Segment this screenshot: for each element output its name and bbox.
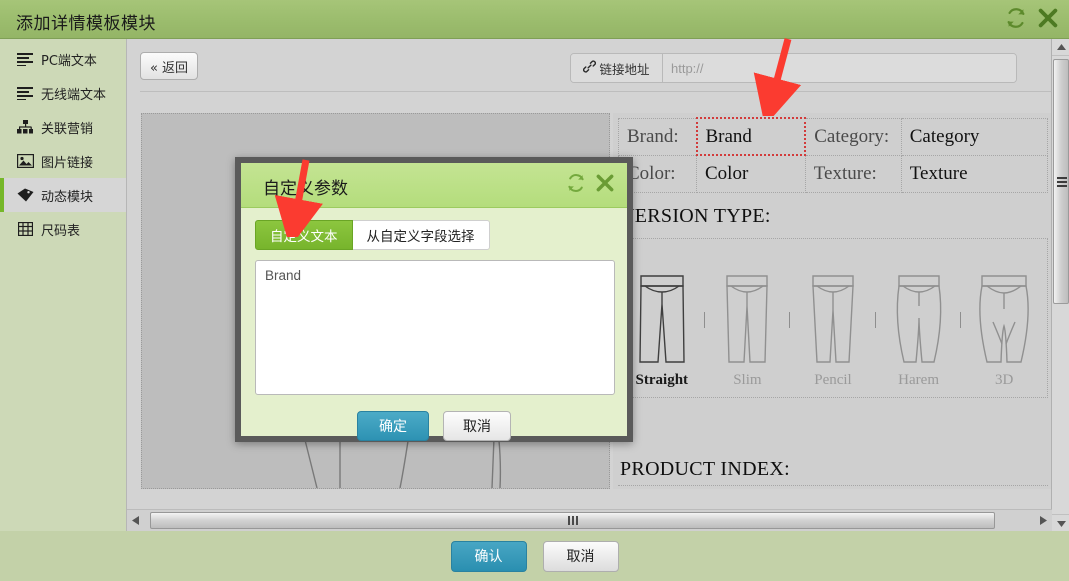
cell-brand-value[interactable]: Brand	[695, 117, 807, 156]
tab-custom-text[interactable]: 自定义文本	[255, 220, 353, 250]
pants-3d-icon	[979, 275, 1029, 363]
version-option-label: Harem	[898, 372, 939, 388]
sidebar-item-dynamic-module[interactable]: 动态模块	[0, 178, 126, 212]
version-option-label: Straight	[635, 372, 689, 388]
modal-inner: 自定义参数 自定义文本 从自定义字段选择 Brand 确定 取消	[241, 163, 627, 441]
modal-header: 自定义参数	[241, 163, 627, 208]
cell-category-value[interactable]: Category	[900, 117, 1049, 156]
modal-cancel-button[interactable]: 取消	[443, 411, 511, 441]
version-option-slim[interactable]: Slim	[703, 270, 791, 397]
version-type-options: Straight Slim Pencil Harem 3D	[618, 238, 1048, 398]
close-icon[interactable]	[595, 173, 615, 198]
cell-brand-label: Brand:	[618, 117, 697, 156]
horizontal-scroll-track[interactable]	[144, 511, 1035, 531]
scroll-left-arrow-icon[interactable]	[127, 511, 144, 531]
horizontal-scrollbar[interactable]	[127, 509, 1052, 531]
sidebar-item-label: 关联营销	[41, 121, 94, 137]
version-option-label: Slim	[733, 372, 762, 388]
text-lines-icon	[16, 51, 34, 67]
table-grid-icon	[16, 221, 34, 237]
pants-straight-icon	[639, 275, 685, 363]
link-address-label: 链接地址	[571, 54, 663, 82]
back-button[interactable]: « 返回	[140, 52, 198, 80]
template-canvas-right[interactable]: Brand: Brand Category: Category Color: C…	[613, 113, 1057, 489]
link-address-input[interactable]	[663, 54, 1016, 82]
sidebar-item-related-marketing[interactable]: 关联营销	[0, 110, 126, 144]
table-row: Brand: Brand Category: Category	[618, 117, 1049, 156]
tag-icon	[16, 187, 34, 203]
version-option-label: Pencil	[814, 372, 852, 388]
sidebar-item-label: 图片链接	[41, 155, 94, 171]
refresh-icon[interactable]	[1005, 7, 1027, 31]
app-window: 添加详情模板模块 PC端文本 无线端文本 关联营销 图片链接 动态模块 尺码表 …	[0, 0, 1069, 581]
cancel-button[interactable]: 取消	[542, 540, 619, 572]
scroll-grip-icon	[567, 515, 578, 525]
image-icon	[16, 153, 34, 169]
scroll-up-arrow-icon[interactable]	[1052, 39, 1069, 56]
link-chain-icon	[583, 60, 597, 76]
window-titlebar: 添加详情模板模块	[0, 0, 1069, 39]
confirm-button[interactable]: 确认	[450, 540, 527, 572]
spec-table: Brand: Brand Category: Category Color: C…	[618, 117, 1049, 193]
textarea-wrapper	[255, 260, 615, 400]
vertical-scrollbar[interactable]	[1051, 39, 1069, 531]
version-option-label: 3D	[995, 372, 1014, 388]
tab-select-custom-field[interactable]: 从自定义字段选择	[352, 220, 490, 250]
cell-texture-label: Texture:	[804, 154, 902, 193]
editor-toolbar: « 返回 链接地址	[127, 39, 1069, 92]
text-lines-icon	[16, 85, 34, 101]
modal-title: 自定义参数	[263, 179, 348, 199]
dialog-footer: 确认 取消	[0, 531, 1069, 581]
sidebar-item-label: 动态模块	[41, 189, 94, 205]
sidebar-item-label: PC端文本	[41, 53, 97, 69]
product-index-divider	[618, 485, 1048, 486]
cell-color-value[interactable]: Color	[696, 154, 806, 193]
vertical-scroll-thumb[interactable]	[1053, 59, 1069, 304]
custom-parameter-modal: 自定义参数 自定义文本 从自定义字段选择 Brand 确定 取消	[235, 157, 633, 442]
modal-header-actions	[566, 173, 615, 198]
modal-body: 自定义文本 从自定义字段选择	[241, 208, 627, 400]
refresh-icon[interactable]	[566, 173, 586, 198]
sidebar-item-image-link[interactable]: 图片链接	[0, 144, 126, 178]
cell-texture-value[interactable]: Texture	[900, 154, 1049, 193]
sidebar-item-label: 尺码表	[41, 223, 81, 239]
toolbar-divider	[140, 91, 1057, 92]
window-title: 添加详情模板模块	[16, 14, 156, 34]
cell-category-label: Category:	[804, 117, 902, 156]
close-icon[interactable]	[1037, 7, 1059, 31]
scroll-grip-icon	[1057, 176, 1067, 187]
version-option-3d[interactable]: 3D	[960, 270, 1047, 397]
pants-pencil-icon	[812, 275, 854, 363]
version-option-pencil[interactable]: Pencil	[789, 270, 876, 397]
link-address-text: 链接地址	[599, 61, 650, 77]
sidebar-item-wireless-text[interactable]: 无线端文本	[0, 76, 126, 110]
sidebar-item-pc-text[interactable]: PC端文本	[0, 42, 126, 76]
sidebar-item-label: 无线端文本	[41, 87, 107, 103]
pants-harem-icon	[896, 275, 941, 363]
product-index-title: PRODUCT INDEX:	[620, 458, 790, 480]
sidebar: PC端文本 无线端文本 关联营销 图片链接 动态模块 尺码表	[0, 39, 126, 531]
custom-text-textarea[interactable]	[255, 260, 615, 395]
horizontal-scroll-thumb[interactable]	[150, 511, 995, 529]
version-type-title: VERSION TYPE:	[620, 205, 771, 227]
sitemap-icon	[16, 119, 34, 135]
modal-footer: 确定 取消	[241, 400, 627, 452]
titlebar-actions	[1005, 7, 1059, 31]
link-address-group: 链接地址	[570, 53, 1017, 83]
scroll-down-arrow-icon[interactable]	[1052, 514, 1069, 531]
sidebar-item-size-chart[interactable]: 尺码表	[0, 212, 126, 246]
modal-confirm-button[interactable]: 确定	[357, 411, 429, 441]
scroll-right-arrow-icon[interactable]	[1035, 511, 1052, 531]
table-row: Color: Color Texture: Texture	[618, 154, 1049, 193]
modal-tabs: 自定义文本 从自定义字段选择	[255, 220, 613, 250]
version-option-harem[interactable]: Harem	[874, 270, 962, 397]
pants-slim-icon	[726, 275, 769, 363]
